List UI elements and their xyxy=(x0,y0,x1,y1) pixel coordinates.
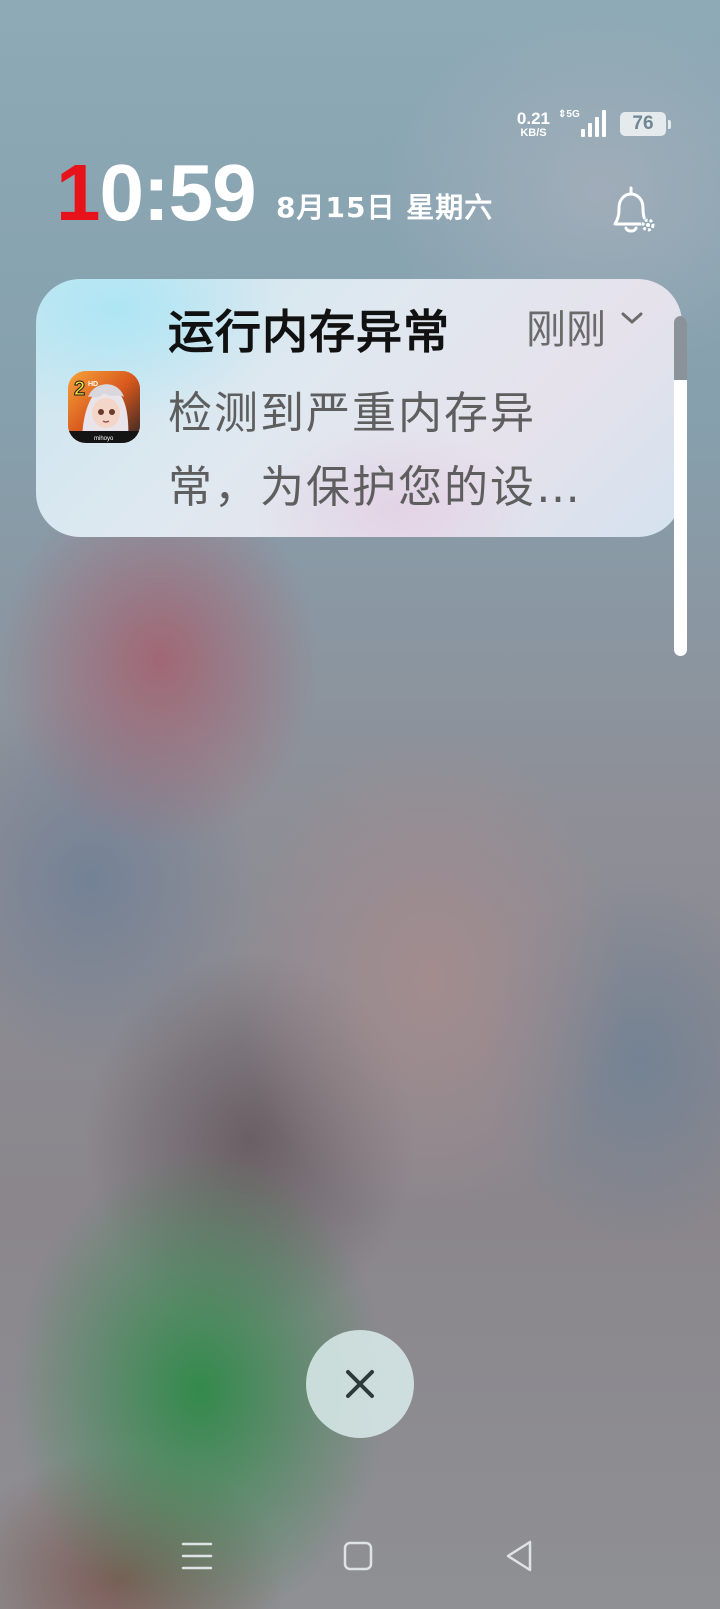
menu-icon[interactable] xyxy=(177,1536,217,1576)
chevron-down-icon[interactable] xyxy=(620,311,644,327)
network-speed-unit: KB/S xyxy=(520,126,547,139)
battery-icon: 76 xyxy=(620,112,671,136)
status-bar: 0.21 KB/S ⇕5G 76 xyxy=(517,107,671,141)
dismiss-notifications-button[interactable] xyxy=(306,1330,414,1438)
notification-card[interactable]: 2 HD mihoyo 运行内存异常 刚刚 检测到严重内存异常，为保护您的设… xyxy=(36,279,682,537)
network-speed: 0.21 KB/S xyxy=(517,110,550,139)
signal-bars xyxy=(581,110,606,137)
lock-screen-date: 8月15日 星期六 xyxy=(276,191,494,224)
clock-remaining-digits: 0:59 xyxy=(99,148,257,237)
network-type: 5G xyxy=(566,109,580,120)
app-icon-artwork: 2 HD mihoyo xyxy=(68,371,140,443)
game-app-icon: 2 HD mihoyo xyxy=(68,371,140,443)
home-icon[interactable] xyxy=(338,1536,378,1576)
svg-text:mihoyo: mihoyo xyxy=(94,436,114,442)
notification-body: 检测到严重内存异常，为保护您的设… xyxy=(168,388,582,513)
notification-time: 刚刚 xyxy=(526,307,606,353)
clock-first-digit: 1 xyxy=(56,148,100,237)
svg-text:HD: HD xyxy=(88,381,98,388)
notification-title: 运行内存异常 xyxy=(168,305,450,359)
bell-settings-icon[interactable] xyxy=(606,184,660,238)
back-icon[interactable] xyxy=(500,1536,540,1576)
network-type-label: ⇕5G xyxy=(558,109,580,120)
close-icon xyxy=(346,1370,374,1398)
network-speed-value: 0.21 xyxy=(516,108,550,128)
scrollbar-thumb[interactable] xyxy=(674,316,687,380)
battery-level: 76 xyxy=(632,113,654,134)
notification-scrollbar[interactable] xyxy=(674,316,687,656)
lock-screen: 0.21 KB/S ⇕5G 76 10:59 8月15日 星期六 2 HD mi… xyxy=(0,0,720,1609)
lock-screen-clock: 10:59 xyxy=(56,148,257,238)
cellular-signal-icon: ⇕5G xyxy=(558,109,606,139)
svg-text:2: 2 xyxy=(74,378,85,400)
